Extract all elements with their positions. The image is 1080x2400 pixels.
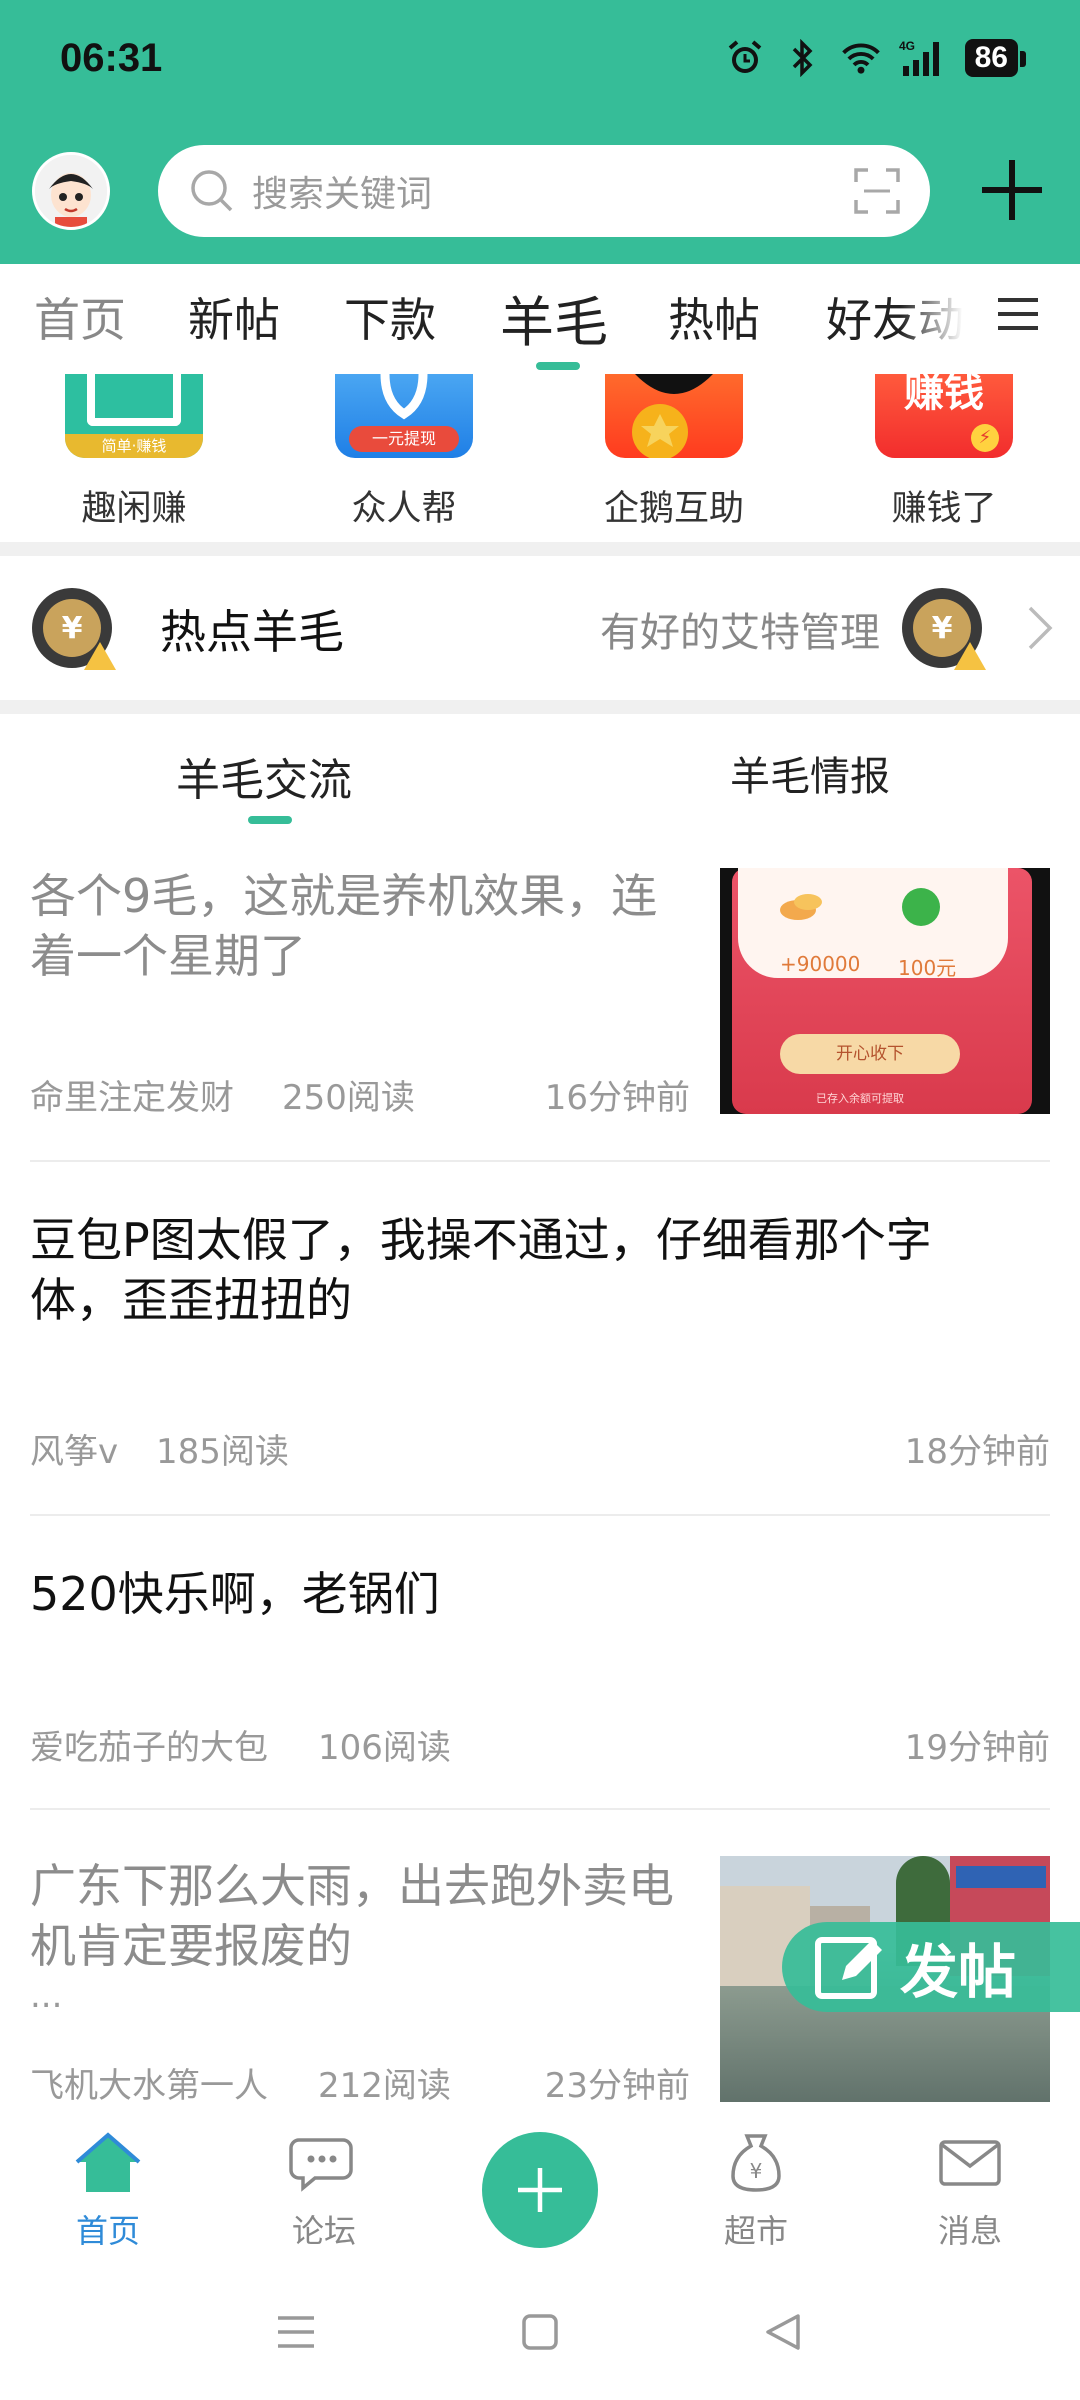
tab-wool-exchange[interactable]: 羊毛交流	[176, 744, 352, 808]
mail-icon	[939, 2140, 1001, 2186]
post-separator	[30, 1160, 1050, 1162]
post-author: 命里注定发财	[30, 1078, 234, 1118]
bottom-navigation: 首页 论坛 ¥ 超市 消息	[0, 2106, 1080, 2256]
app-zhuanqianle[interactable]: 赚钱 ⚡ 赚钱了	[854, 374, 1034, 531]
wool-sub-tabs: 羊毛交流 羊毛情报	[0, 714, 1080, 834]
post-author: 风筝v	[30, 1432, 119, 1472]
alarm-icon	[725, 38, 765, 78]
floating-post-label: 发帖	[900, 1938, 1017, 2006]
post-title: 520快乐啊，老锅们	[30, 1567, 440, 1621]
post-time: 18分钟前	[904, 1432, 1050, 1472]
post-thumbnail: +90000 100元 开心收下 已存入余额可提取	[720, 868, 1050, 1114]
category-tabs: 首页 新帖 下款 羊毛 热帖 好友动	[0, 264, 1080, 374]
tab-wool[interactable]: 羊毛	[500, 278, 608, 357]
bottom-nav-messages[interactable]: 消息	[900, 2132, 1040, 2252]
app-name: 企鹅互助	[603, 489, 744, 529]
coin-icon: ¥	[32, 588, 116, 670]
post-time: 23分钟前	[544, 2066, 690, 2106]
back-icon[interactable]	[762, 2310, 806, 2354]
post-author: 爱吃茄子的大包	[30, 1728, 268, 1768]
home-square-icon[interactable]	[518, 2310, 562, 2354]
wifi-icon	[841, 38, 881, 78]
active-tab-indicator	[536, 362, 580, 370]
edit-icon	[815, 1937, 882, 1999]
post-reads: 185阅读	[156, 1432, 289, 1472]
app-name: 众人帮	[351, 489, 457, 529]
post-reads: 250阅读	[282, 1078, 415, 1118]
section-divider	[0, 700, 1080, 714]
post-item[interactable]: 豆包P图太假了，我操不通过，仔细看那个字体，歪歪扭扭的 风筝v 185阅读 18…	[30, 1210, 1050, 1472]
app-name: 赚钱了	[891, 489, 997, 529]
quxianzhuan-logo: 简单·赚钱	[65, 374, 203, 458]
plus-icon	[518, 2168, 562, 2212]
hot-wool-user: 有好的艾特管理	[600, 610, 880, 656]
recent-apps-icon[interactable]	[274, 2310, 318, 2354]
floating-post-button[interactable]: 发帖	[782, 1922, 1080, 2012]
bottom-nav-forum[interactable]: 论坛	[254, 2132, 394, 2252]
tab-new[interactable]: 新帖	[188, 284, 280, 350]
post-title: 广东下那么大雨，出去跑外卖电机肯定要报废的	[30, 1859, 674, 1973]
tab-hot[interactable]: 热帖	[668, 284, 760, 350]
status-icons: 4G 86	[725, 38, 1027, 78]
svg-text:4G: 4G	[899, 39, 915, 53]
bottom-nav-home[interactable]: 首页	[38, 2132, 178, 2252]
post-author: 飞机大水第一人	[30, 2066, 268, 2106]
svg-text:¥: ¥	[750, 2159, 763, 2183]
search-bar[interactable]: 搜索关键词	[158, 145, 930, 237]
hot-wool-title: 热点羊毛	[160, 605, 344, 659]
add-icon[interactable]	[972, 150, 1052, 230]
bluetooth-icon	[783, 38, 823, 78]
app-header: 06:31 4G 86 搜索关键词	[0, 0, 1080, 264]
post-separator	[30, 1514, 1050, 1516]
search-icon	[191, 170, 233, 212]
bottom-nav-market[interactable]: ¥ 超市	[686, 2132, 826, 2252]
post-reads: 106阅读	[318, 1728, 451, 1768]
post-item[interactable]: 各个9毛，这就是养机效果，连着一个星期了 命里注定发财 250阅读 16分钟前 …	[30, 866, 1050, 1118]
home-icon	[75, 2132, 141, 2192]
post-title: 豆包P图太假了，我操不通过，仔细看那个字体，歪歪扭扭的	[30, 1213, 932, 1327]
app-zhongrenbang[interactable]: 一元提现 众人帮	[314, 374, 494, 531]
post-time: 16分钟前	[544, 1078, 690, 1118]
coin-icon: ¥	[902, 588, 986, 670]
post-time: 19分钟前	[904, 1728, 1050, 1768]
signal-icon: 4G	[899, 38, 947, 78]
battery-indicator: 86	[964, 39, 1027, 77]
tab-home[interactable]: 首页	[34, 284, 126, 350]
center-add-button[interactable]	[482, 2132, 598, 2248]
tab-wool-intel[interactable]: 羊毛情报	[730, 744, 890, 802]
scan-icon[interactable]	[854, 168, 900, 214]
menu-icon[interactable]	[996, 294, 1040, 334]
post-item[interactable]: 520快乐啊，老锅们 爱吃茄子的大包 106阅读 19分钟前	[30, 1564, 1050, 1768]
status-time: 06:31	[60, 36, 163, 80]
app-qie-huzhu[interactable]: 企鹅互助	[584, 374, 764, 531]
post-reads: 212阅读	[318, 2066, 451, 2106]
search-placeholder: 搜索关键词	[252, 174, 433, 215]
zhongrenbang-logo: 一元提现	[335, 374, 473, 458]
post-separator	[30, 1808, 1050, 1810]
chevron-right-icon	[1028, 606, 1053, 650]
post-title: 各个9毛，这就是养机效果，连着一个星期了	[30, 869, 658, 983]
section-divider	[0, 542, 1080, 556]
user-avatar[interactable]	[32, 152, 110, 230]
tab-loan[interactable]: 下款	[344, 284, 436, 350]
chat-icon	[289, 2138, 353, 2192]
hot-wool-bar[interactable]: ¥ 热点羊毛 有好的艾特管理 ¥	[0, 556, 1080, 700]
app-name: 趣闲赚	[81, 489, 187, 529]
app-quxianzhuan[interactable]: 简单·赚钱 趣闲赚	[44, 374, 224, 531]
money-bag-icon: ¥	[731, 2134, 781, 2192]
qie-huzhu-logo	[605, 374, 743, 458]
system-navigation-bar	[0, 2266, 1080, 2400]
active-subtab-indicator	[248, 816, 292, 824]
app-shortcuts: 简单·赚钱 趣闲赚 一元提现 众人帮 企鹅互助 赚钱 ⚡ 赚钱了	[0, 374, 1080, 544]
zhuanqianle-logo: 赚钱 ⚡	[875, 374, 1013, 458]
tabs-fade	[900, 274, 990, 364]
